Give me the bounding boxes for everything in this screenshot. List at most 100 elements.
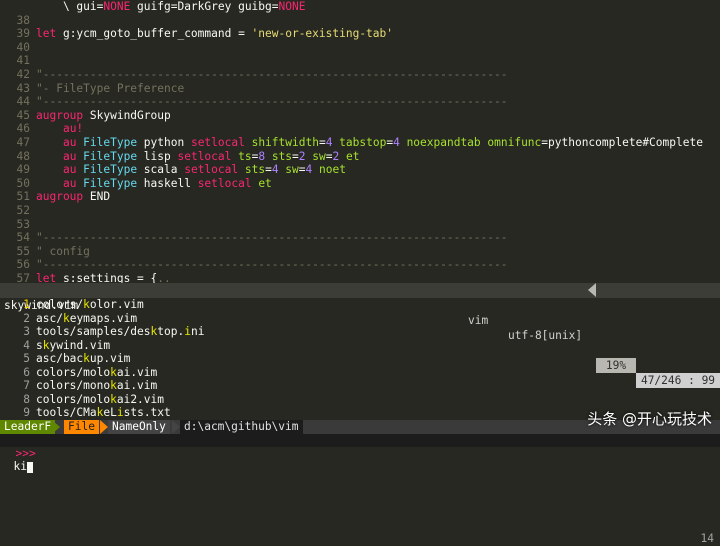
code-line[interactable]: 40: [0, 41, 720, 55]
code-token: 4: [271, 163, 279, 177]
result-text: asc/: [36, 311, 63, 325]
code-token: et: [258, 176, 272, 190]
code-token: au: [49, 135, 84, 149]
code-line[interactable]: 46 au!: [0, 122, 720, 136]
code-line[interactable]: 44 "-------------------------------------…: [0, 95, 720, 109]
line-number: 38: [16, 13, 30, 27]
code-token: "---------------------------------------…: [36, 231, 508, 245]
code-line[interactable]: 54 "-------------------------------------…: [0, 231, 720, 245]
code-token: 4: [393, 135, 400, 149]
code-token: omnifunc: [480, 135, 542, 149]
code-token: "- FileType Preference: [36, 81, 185, 95]
match-highlight: i: [184, 325, 191, 338]
prompt-input[interactable]: ki: [13, 460, 26, 473]
result-text: eL: [103, 406, 117, 419]
result-text: tools/CMa: [36, 406, 97, 419]
code-token: sts: [265, 149, 293, 163]
result-item[interactable]: 1 colors/kolor.vim: [0, 298, 720, 312]
result-item[interactable]: 4 skywind.vim: [0, 339, 720, 353]
code-line[interactable]: 48 au FileType lisp setlocal ts=8 sts=2 …: [0, 150, 720, 164]
code-token: "---------------------------------------…: [36, 95, 508, 109]
code-line[interactable]: 41: [0, 54, 720, 68]
code-token: SkywindGroup: [89, 108, 171, 122]
code-line[interactable]: 50 au FileType haskell setlocal et: [0, 177, 720, 191]
code-line[interactable]: 42 "-------------------------------------…: [0, 68, 720, 82]
status-separator-icon: [588, 283, 596, 297]
line-number: 52: [16, 203, 30, 217]
line-number: 40: [16, 40, 30, 54]
line-number: 54: [16, 231, 30, 245]
line-number: 51: [16, 190, 30, 204]
result-text: up.vim: [89, 352, 131, 365]
code-line[interactable]: 39 let g:ycm_goto_buffer_command = 'new-o…: [0, 27, 720, 41]
result-item[interactable]: 6 colors/molokai.vim: [0, 366, 720, 380]
code-token: END: [89, 190, 111, 204]
code-token: "---------------------------------------…: [36, 67, 508, 81]
result-text: ai.vim: [116, 365, 158, 379]
result-text: colors/molo: [36, 392, 111, 406]
code-line[interactable]: 49 au FileType scala setlocal sts=4 sw=4…: [0, 163, 720, 177]
code-token: python: [137, 135, 191, 149]
code-token: 2: [298, 149, 306, 163]
line-number: 43: [16, 81, 30, 95]
code-line[interactable]: 51 augroup END: [0, 190, 720, 204]
line-number: 45: [16, 108, 30, 122]
match-highlight: k: [83, 298, 90, 311]
match-highlight: k: [110, 392, 117, 406]
code-token: sts: [244, 163, 266, 177]
editor-pane[interactable]: \ gui=NONE guifg=DarkGrey guibg=NONE 38 39…: [0, 0, 720, 285]
code-line[interactable]: 53: [0, 218, 720, 232]
result-item[interactable]: 3 tools/samples/desktop.ini: [0, 325, 720, 339]
result-item[interactable]: 2 asc/keymaps.vim: [0, 312, 720, 326]
code-token: =: [298, 163, 306, 177]
separator-icon: [52, 420, 60, 434]
code-line[interactable]: 43 "- FileType Preference: [0, 82, 720, 96]
code-token: augroup: [36, 190, 90, 204]
code-line[interactable]: 55 " config: [0, 245, 720, 259]
code-token: haskell: [137, 176, 198, 190]
leaderf-cwd: d:\acm\github\vim: [180, 420, 303, 434]
result-item[interactable]: 8 colors/molokai2.vim: [0, 393, 720, 407]
result-index: 8: [23, 392, 30, 406]
code-token: FileType: [83, 135, 138, 149]
code-token: 'new-or-existing-tab': [251, 27, 393, 41]
leaderf-results-list[interactable]: 1 colors/kolor.vim 2 asc/keymaps.vim 3 tools/…: [0, 298, 720, 420]
line-number: 49: [16, 163, 30, 177]
result-index: 5: [23, 352, 30, 365]
code-token: guifg=DarkGrey guibg=: [130, 0, 279, 13]
cursor-icon: [26, 461, 33, 473]
code-token: noexpandtab: [399, 135, 481, 149]
code-line[interactable]: 56 "-------------------------------------…: [0, 258, 720, 272]
code-token: au: [49, 149, 84, 163]
result-text: colors/molo: [36, 365, 111, 379]
code-line[interactable]: 45 augroup SkywindGroup: [0, 109, 720, 123]
code-line[interactable]: 47 au FileType python setlocal shiftwidt…: [0, 136, 720, 150]
code-token: NONE: [103, 0, 131, 13]
code-token: augroup: [36, 108, 90, 122]
watermark: 头条 @开心玩技术: [587, 410, 712, 428]
code-line[interactable]: 52: [0, 204, 720, 218]
separator-icon: [172, 420, 180, 434]
result-item[interactable]: 7 colors/monokai.vim: [0, 379, 720, 393]
result-index: 1: [23, 298, 30, 311]
leaderf-match-mode[interactable]: NameOnly: [108, 420, 170, 434]
code-token: ts: [238, 149, 252, 163]
leaderf-mode[interactable]: File: [64, 420, 99, 434]
match-highlight: k: [83, 352, 90, 365]
result-item[interactable]: 5 asc/backup.vim: [0, 352, 720, 366]
code-token: setlocal: [184, 163, 245, 177]
code-line[interactable]: \ gui=NONE guifg=DarkGrey guibg=NONE: [0, 0, 720, 14]
line-number: 46: [16, 122, 30, 136]
result-text: colors/mono: [36, 379, 111, 392]
leaderf-result-count: 14: [700, 532, 714, 545]
code-token: et: [339, 149, 360, 163]
result-text: top.: [157, 325, 185, 338]
leaderf-prompt[interactable]: >>> ki: [0, 434, 720, 473]
match-highlight: k: [110, 379, 117, 392]
line-number: 47: [16, 135, 30, 149]
code-token: =: [292, 149, 299, 163]
line-number: 42: [16, 67, 30, 81]
result-text: eymaps.vim: [69, 311, 138, 325]
code-line[interactable]: 38: [0, 14, 720, 28]
